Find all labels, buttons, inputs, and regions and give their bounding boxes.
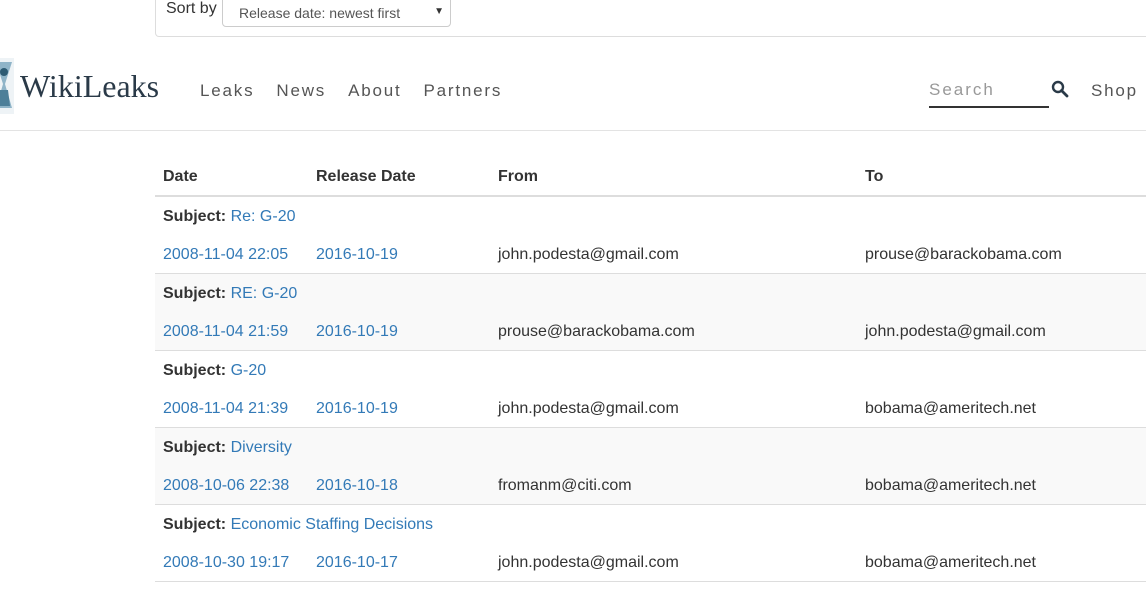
date-link[interactable]: 2008-10-30 19:17: [163, 554, 289, 572]
subject-line: Subject: RE: G-20: [163, 285, 297, 303]
table-header: Date Release Date From To: [155, 156, 1146, 197]
search-input[interactable]: [929, 78, 1047, 100]
header-date[interactable]: Date: [163, 168, 198, 186]
subject-link[interactable]: G-20: [231, 362, 267, 379]
subject-line: Subject: G-20: [163, 362, 266, 380]
nav-leaks[interactable]: Leaks: [200, 81, 254, 101]
sort-select-value: Release date: newest first: [239, 5, 401, 21]
sort-label: Sort by: [166, 0, 217, 17]
to-address: john.podesta@gmail.com: [865, 323, 1046, 340]
main-nav: Leaks News About Partners: [200, 81, 524, 101]
subject-line: Subject: Economic Staffing Decisions: [163, 516, 433, 534]
header-from[interactable]: From: [498, 168, 538, 186]
to-address: bobama@ameritech.net: [865, 400, 1036, 417]
subject-line: Subject: Re: G-20: [163, 208, 296, 226]
date-link[interactable]: 2008-11-04 22:05: [163, 246, 288, 264]
site-header: WikiLeaks Leaks News About Partners Shop: [0, 48, 1146, 131]
subject-link[interactable]: RE: G-20: [231, 285, 298, 302]
nav-partners[interactable]: Partners: [424, 81, 503, 101]
header-release-date[interactable]: Release Date: [316, 168, 416, 186]
nav-about[interactable]: About: [348, 81, 401, 101]
nav-shop[interactable]: Shop: [1091, 81, 1138, 101]
release-date-link[interactable]: 2016-10-17: [316, 554, 398, 572]
table-row: Subject: Diversity 2008-10-06 22:38 2016…: [155, 428, 1146, 505]
date-link[interactable]: 2008-11-04 21:59: [163, 323, 288, 341]
from-address: john.podesta@gmail.com: [498, 554, 679, 571]
release-date-link[interactable]: 2016-10-19: [316, 400, 398, 418]
to-address: prouse@barackobama.com: [865, 246, 1062, 263]
subject-label: Subject:: [163, 439, 227, 456]
sort-bar: Sort by Release date: newest first ▼: [155, 0, 1146, 37]
table-row: Subject: RE: G-20 2008-11-04 21:59 2016-…: [155, 274, 1146, 351]
subject-line: Subject: Diversity: [163, 439, 292, 457]
table-row: Subject: G-20 2008-11-04 21:39 2016-10-1…: [155, 351, 1146, 428]
subject-link[interactable]: Diversity: [231, 439, 292, 456]
date-link[interactable]: 2008-10-06 22:38: [163, 477, 289, 495]
table-row: Subject: Re: G-20 2008-11-04 22:05 2016-…: [155, 197, 1146, 274]
from-address: john.podesta@gmail.com: [498, 246, 679, 263]
hourglass-logo-icon: [0, 58, 14, 114]
nav-news[interactable]: News: [276, 81, 326, 101]
brand-logo[interactable]: WikiLeaks: [20, 68, 159, 105]
date-link[interactable]: 2008-11-04 21:39: [163, 400, 288, 418]
to-address: bobama@ameritech.net: [865, 554, 1036, 571]
subject-label: Subject:: [163, 516, 227, 533]
table-row: Subject: Economic Staffing Decisions 200…: [155, 505, 1146, 582]
from-address: prouse@barackobama.com: [498, 323, 695, 340]
from-address: fromanm@citi.com: [498, 477, 632, 494]
subject-label: Subject:: [163, 208, 227, 225]
to-address: bobama@ameritech.net: [865, 477, 1036, 494]
release-date-link[interactable]: 2016-10-19: [316, 323, 398, 341]
search-box: [929, 78, 1049, 108]
chevron-down-icon: ▼: [434, 6, 444, 17]
search-icon[interactable]: [1051, 80, 1069, 98]
sort-select[interactable]: Release date: newest first ▼: [222, 0, 451, 27]
subject-link[interactable]: Economic Staffing Decisions: [231, 516, 433, 533]
subject-label: Subject:: [163, 362, 227, 379]
subject-link[interactable]: Re: G-20: [231, 208, 296, 225]
subject-label: Subject:: [163, 285, 227, 302]
release-date-link[interactable]: 2016-10-19: [316, 246, 398, 264]
release-date-link[interactable]: 2016-10-18: [316, 477, 398, 495]
email-table: Date Release Date From To Subject: Re: G…: [155, 156, 1146, 582]
header-to[interactable]: To: [865, 168, 883, 186]
from-address: john.podesta@gmail.com: [498, 400, 679, 417]
